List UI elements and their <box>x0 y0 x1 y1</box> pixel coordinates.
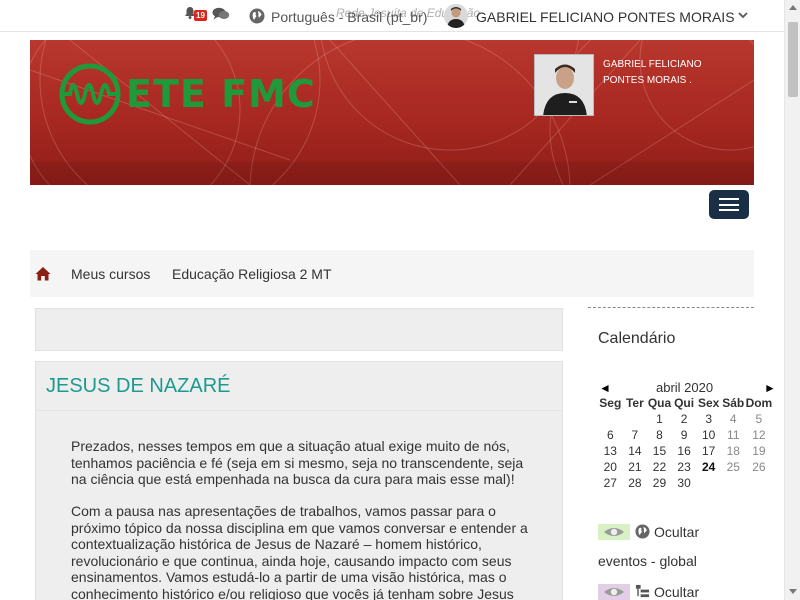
hide-global-events-label[interactable]: Ocultar <box>654 524 699 540</box>
weekday-header: Seg <box>599 396 622 410</box>
banner-user-name[interactable]: GABRIEL FELICIANO PONTES MORAIS . <box>603 57 718 89</box>
calendar-empty-cell <box>598 411 623 427</box>
calendar-day[interactable]: 10 <box>696 427 721 443</box>
global-events-caption: eventos - global <box>598 553 697 569</box>
calendar-day[interactable]: 3 <box>696 411 721 427</box>
banner-user-photo[interactable] <box>534 54 594 116</box>
calendar-week-row: 6 7 8 9 10 11 12 <box>598 427 772 443</box>
calendar-day[interactable]: 22 <box>647 459 672 475</box>
calendar-day[interactable]: 13 <box>598 443 623 459</box>
notification-count-badge: 19 <box>194 10 207 21</box>
weekday-header: Dom <box>745 396 773 410</box>
language-globe-icon[interactable] <box>249 8 265 24</box>
page-scrollbar[interactable] <box>784 0 800 600</box>
calendar-empty-cell <box>623 411 648 427</box>
calendar-week-row: 12345 <box>598 411 772 427</box>
top-navbar: Rede Jesuíta de Educação 19 Português - … <box>0 0 784 32</box>
calendar-empty-cell <box>721 475 746 491</box>
ete-fmc-logo-icon <box>59 63 121 125</box>
calendar-day[interactable]: 19 <box>746 443 773 459</box>
calendar-day[interactable]: 12 <box>746 427 773 443</box>
calendar-day[interactable]: 2 <box>672 411 697 427</box>
globe-icon <box>635 524 650 539</box>
weekday-header: Qui <box>674 396 695 410</box>
topic-title[interactable]: JESUS DE NAZARÉ <box>46 375 230 398</box>
calendar-week-row: 20 21 22 23 24 25 26 <box>598 459 772 475</box>
calendar-day[interactable]: 6 <box>598 427 623 443</box>
calendar-title: Calendário <box>598 330 676 347</box>
weekday-header: Sáb <box>722 396 745 410</box>
calendar-day[interactable]: 30 <box>672 475 697 491</box>
menu-bar-icon <box>719 198 739 200</box>
calendar-day[interactable]: 21 <box>623 459 648 475</box>
calendar-day[interactable]: 15 <box>647 443 672 459</box>
calendar-day[interactable]: 23 <box>672 459 697 475</box>
calendar-week-row: 27 28 29 30 <box>598 475 772 491</box>
calendar-day[interactable]: 17 <box>696 443 721 459</box>
calendar-empty-cell <box>746 475 773 491</box>
category-tree-icon <box>635 584 650 598</box>
user-menu-name[interactable]: GABRIEL FELICIANO PONTES MORAIS <box>476 9 735 25</box>
calendar-month-label[interactable]: abril 2020 <box>656 380 713 395</box>
topic-paragraph: Prezados, nesses tempos em que a situaçã… <box>71 438 524 487</box>
calendar-day[interactable]: 20 <box>598 459 623 475</box>
language-selector[interactable]: Português - Brasil (pt_br) <box>271 9 427 25</box>
topic-paragraph: Com a pausa nas apresentações de trabalh… <box>71 503 528 600</box>
breadcrumb-course[interactable]: Educação Religiosa 2 MT <box>172 266 332 282</box>
breadcrumb-my-courses[interactable]: Meus cursos <box>71 266 150 282</box>
home-icon[interactable] <box>35 266 51 281</box>
menu-bar-icon <box>719 203 739 206</box>
scroll-up-arrow-icon[interactable] <box>789 5 797 10</box>
calendar-day[interactable]: 4 <box>721 411 746 427</box>
calendar-day[interactable]: 26 <box>746 459 773 475</box>
calendar-day[interactable]: 16 <box>672 443 697 459</box>
calendar-day[interactable]: 1 <box>647 411 672 427</box>
calendar-day[interactable]: 11 <box>721 427 746 443</box>
scroll-down-arrow-icon[interactable] <box>789 589 797 594</box>
breadcrumb: Meus cursos Educação Religiosa 2 MT <box>30 250 754 297</box>
calendar-next-month-button[interactable]: ► <box>764 381 776 395</box>
calendar-week-row: 13 14 15 16 17 18 19 <box>598 443 772 459</box>
messages-icon[interactable] <box>212 7 230 21</box>
calendar-weekday-row: Seg Ter Qua Qui Sex Sáb Dom <box>598 395 772 411</box>
weekday-header: Sex <box>697 396 720 410</box>
ete-fmc-logo-text: ETE FMC <box>126 72 316 116</box>
weekday-header: Qua <box>647 396 672 410</box>
course-topic: JESUS DE NAZARÉ Prezados, nesses tempos … <box>35 361 563 600</box>
course-section-summary <box>35 308 563 351</box>
sidebar-divider <box>588 307 754 308</box>
calendar-day[interactable]: 5 <box>746 411 773 427</box>
calendar-grid: Seg Ter Qua Qui Sex Sáb Dom 1 2 3 4 5 6 7 8 9 10 1… <box>598 395 772 491</box>
calendar-prev-month-button[interactable]: ◄ <box>599 381 611 395</box>
calendar-day[interactable]: 14 <box>623 443 648 459</box>
calendar-day[interactable]: 28 <box>623 475 648 491</box>
calendar-day[interactable]: 27 <box>598 475 623 491</box>
calendar-empty-cell <box>696 475 721 491</box>
calendar-day[interactable]: 7 <box>623 427 648 443</box>
calendar-day[interactable]: 9 <box>672 427 697 443</box>
scrollbar-thumb[interactable] <box>788 22 798 97</box>
chevron-down-icon[interactable] <box>738 11 748 19</box>
weekday-header: Ter <box>625 396 644 410</box>
calendar-day[interactable]: 24 <box>696 459 721 475</box>
calendar-day[interactable]: 29 <box>647 475 672 491</box>
calendar-day[interactable]: 25 <box>721 459 746 475</box>
topic-divider <box>36 410 562 411</box>
hide-category-events-label[interactable]: Ocultar <box>654 584 699 600</box>
calendar-day[interactable]: 8 <box>647 427 672 443</box>
calendar-day[interactable]: 18 <box>721 443 746 459</box>
menu-bar-icon <box>719 209 739 211</box>
banner-stripe <box>30 162 754 185</box>
eye-icon[interactable] <box>598 524 630 540</box>
eye-icon[interactable] <box>598 584 630 600</box>
menu-toggle-button[interactable] <box>709 190 749 219</box>
user-avatar[interactable] <box>444 4 468 28</box>
